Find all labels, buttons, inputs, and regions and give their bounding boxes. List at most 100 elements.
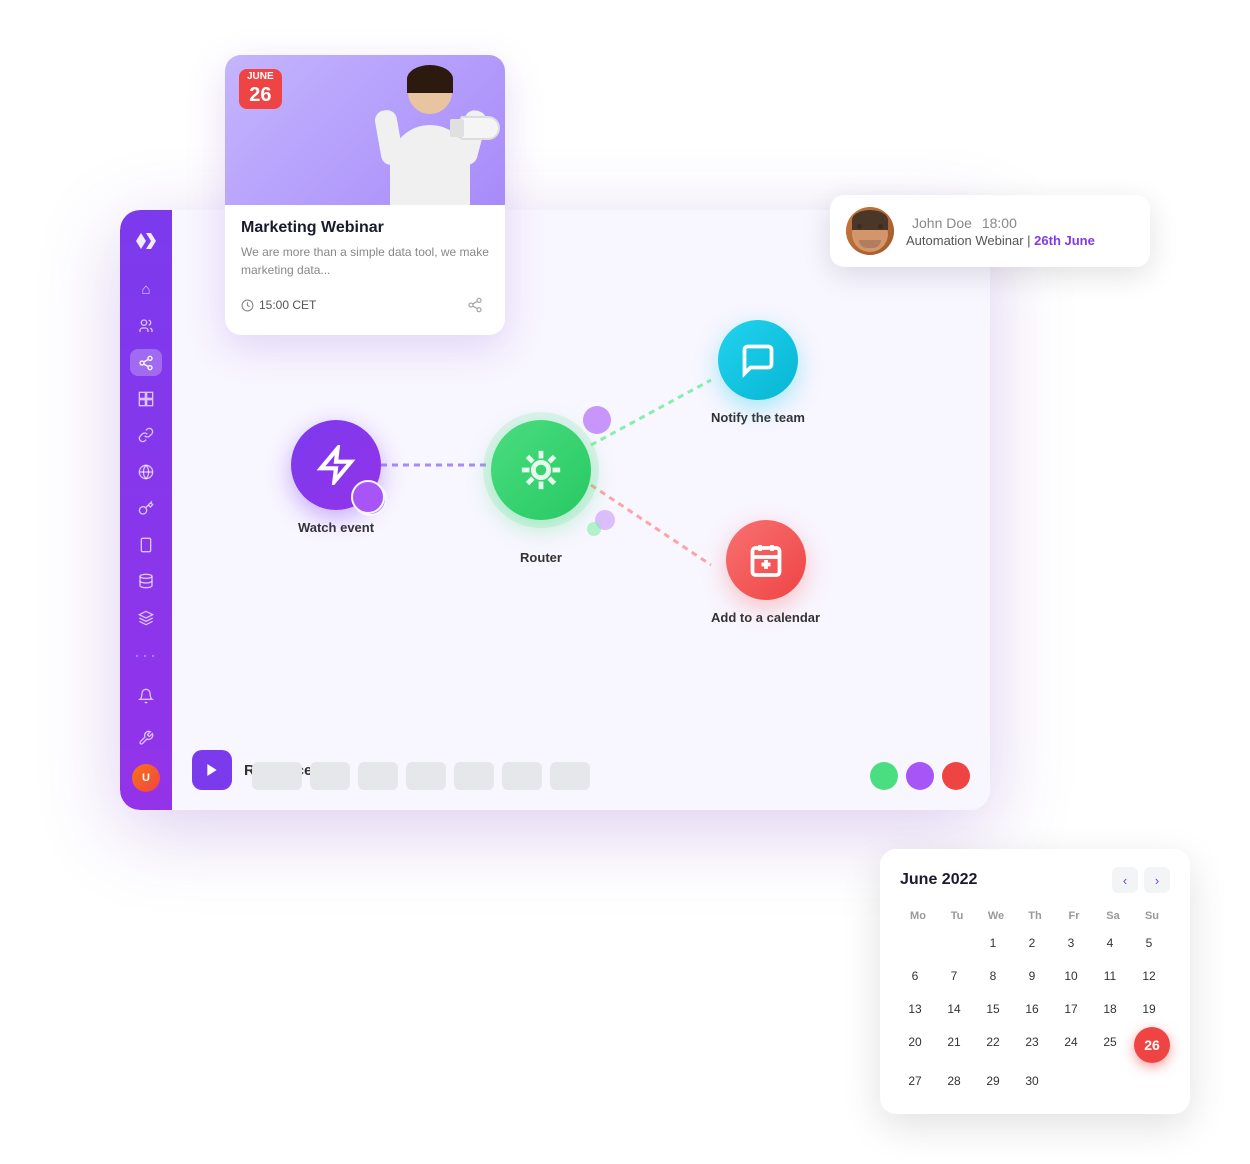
sidebar-item-links[interactable]	[130, 422, 162, 448]
cal-day-5[interactable]: 5	[1134, 928, 1164, 958]
cal-header-sa: Sa	[1095, 907, 1131, 925]
webinar-title: Marketing Webinar	[241, 219, 489, 237]
webinar-footer: 15:00 CET	[241, 291, 489, 319]
calendar-node[interactable]: Add to a calendar	[711, 520, 820, 625]
cal-day-29[interactable]: 29	[978, 1066, 1008, 1096]
user-avatar[interactable]: U	[132, 764, 160, 792]
cal-day-26-today[interactable]: 26	[1134, 1027, 1170, 1063]
sidebar-item-automation[interactable]	[130, 349, 162, 375]
calendar-next-button[interactable]: ›	[1144, 867, 1170, 893]
notification-detail: Automation Webinar | 26th June	[906, 233, 1095, 248]
cal-day-empty	[1095, 1066, 1125, 1096]
webinar-day: 26	[247, 83, 274, 107]
notification-avatar	[846, 207, 894, 255]
cal-header-fr: Fr	[1056, 907, 1092, 925]
run-once-button[interactable]	[192, 750, 232, 790]
sidebar-item-users[interactable]	[130, 313, 162, 339]
calendar-grid: Mo Tu We Th Fr Sa Su 1 2 3 4 5 6 7 8 9 1…	[900, 907, 1170, 1096]
share-button[interactable]	[461, 291, 489, 319]
toolbar-item-4[interactable]	[454, 762, 494, 790]
cal-day-30[interactable]: 30	[1017, 1066, 1047, 1096]
calendar-header: June 2022 ‹ ›	[900, 867, 1170, 893]
cal-day-15[interactable]: 15	[978, 994, 1008, 1024]
cal-day-21[interactable]: 21	[939, 1027, 969, 1057]
notify-label: Notify the team	[711, 410, 805, 425]
cal-header-su: Su	[1134, 907, 1170, 925]
cal-header-th: Th	[1017, 907, 1053, 925]
notify-node[interactable]: Notify the team	[711, 320, 805, 425]
toolbar-item-1[interactable]	[310, 762, 350, 790]
cal-day-empty	[900, 928, 930, 958]
cal-day-18[interactable]: 18	[1095, 994, 1125, 1024]
webinar-time: 15:00 CET	[241, 298, 316, 312]
cal-day-19[interactable]: 19	[1134, 994, 1164, 1024]
router-label: Router	[520, 550, 562, 565]
color-green-dot[interactable]	[870, 762, 898, 790]
notification-date: 26th June	[1034, 233, 1095, 248]
sidebar-item-notifications[interactable]	[130, 680, 162, 712]
cal-day-10[interactable]: 10	[1056, 961, 1086, 991]
cal-day-4[interactable]: 4	[1095, 928, 1125, 958]
calendar-prev-button[interactable]: ‹	[1112, 867, 1138, 893]
sidebar-item-apps[interactable]	[130, 386, 162, 412]
cal-day-13[interactable]: 13	[900, 994, 930, 1024]
router-node[interactable]: Router	[491, 420, 591, 565]
sidebar-item-mobile[interactable]	[130, 532, 162, 558]
toolbar-item-6[interactable]	[550, 762, 590, 790]
cal-day-6[interactable]: 6	[900, 961, 930, 991]
sidebar: ⌂	[120, 210, 172, 810]
sidebar-item-keys[interactable]	[130, 495, 162, 521]
sidebar-item-database[interactable]	[130, 568, 162, 594]
cal-day-20[interactable]: 20	[900, 1027, 930, 1057]
app-logo	[130, 228, 162, 254]
cal-day-8[interactable]: 8	[978, 961, 1008, 991]
webinar-date-badge: JUNE 26	[239, 69, 282, 109]
cal-day-25[interactable]: 25	[1095, 1027, 1125, 1057]
watch-event-label: Watch event	[298, 520, 374, 535]
calendar-label: Add to a calendar	[711, 610, 820, 625]
notification-content: John Doe 18:00 Automation Webinar | 26th…	[906, 215, 1095, 248]
calendar-widget: June 2022 ‹ › Mo Tu We Th Fr Sa Su 1 2 3…	[880, 849, 1190, 1114]
cal-day-27[interactable]: 27	[900, 1066, 930, 1096]
toolbar-item-5[interactable]	[502, 762, 542, 790]
cal-day-empty	[939, 928, 969, 958]
cal-day-22[interactable]: 22	[978, 1027, 1008, 1057]
sidebar-item-globe[interactable]	[130, 459, 162, 485]
cal-header-we: We	[978, 907, 1014, 925]
cal-day-7[interactable]: 7	[939, 961, 969, 991]
watch-event-node[interactable]: Watch event	[291, 420, 381, 535]
webinar-card-header: JUNE 26	[225, 55, 505, 205]
cal-day-16[interactable]: 16	[1017, 994, 1047, 1024]
webinar-description: We are more than a simple data tool, we …	[241, 243, 489, 279]
cal-day-empty	[1056, 1066, 1086, 1096]
cal-day-3[interactable]: 3	[1056, 928, 1086, 958]
webinar-card-body: Marketing Webinar We are more than a sim…	[225, 205, 505, 335]
calendar-month-year: June 2022	[900, 871, 977, 889]
cal-day-28[interactable]: 28	[939, 1066, 969, 1096]
cal-day-12[interactable]: 12	[1134, 961, 1164, 991]
toolbar-item-3[interactable]	[406, 762, 446, 790]
sidebar-more-dots: ···	[134, 645, 158, 666]
cal-day-23[interactable]: 23	[1017, 1027, 1047, 1057]
color-red-dot[interactable]	[942, 762, 970, 790]
cal-day-9[interactable]: 9	[1017, 961, 1047, 991]
cal-day-11[interactable]: 11	[1095, 961, 1125, 991]
notification-card: John Doe 18:00 Automation Webinar | 26th…	[830, 195, 1150, 267]
cal-day-24[interactable]: 24	[1056, 1027, 1086, 1057]
toolbar-item-2[interactable]	[358, 762, 398, 790]
cal-day-2[interactable]: 2	[1017, 928, 1047, 958]
cal-day-1[interactable]: 1	[978, 928, 1008, 958]
sidebar-item-home[interactable]: ⌂	[130, 276, 162, 302]
webinar-card: JUNE 26 Marketing Webinar We ar	[225, 55, 505, 335]
cal-day-17[interactable]: 17	[1056, 994, 1086, 1024]
sidebar-item-packages[interactable]	[130, 605, 162, 631]
calendar-navigation: ‹ ›	[1112, 867, 1170, 893]
cal-day-empty	[1134, 1066, 1164, 1096]
cal-day-14[interactable]: 14	[939, 994, 969, 1024]
color-purple-dot[interactable]	[906, 762, 934, 790]
toolbar-toggle[interactable]	[252, 762, 302, 790]
cal-header-tu: Tu	[939, 907, 975, 925]
clock-icon	[241, 299, 254, 312]
sidebar-item-settings[interactable]	[130, 722, 162, 754]
webinar-month: JUNE	[247, 71, 274, 82]
